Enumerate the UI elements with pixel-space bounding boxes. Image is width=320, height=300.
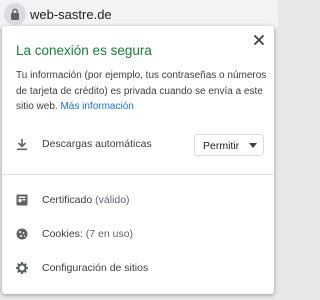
cookie-icon [16, 228, 28, 240]
lock-icon [11, 8, 19, 20]
certificate-text: Certificado (válido) [42, 194, 130, 206]
cookies-row[interactable]: Cookies: (7 en uso) [2, 224, 274, 246]
page-info-popup: La conexión es segura Tu información (po… [2, 26, 274, 294]
more-info-link[interactable]: Más información [60, 101, 133, 112]
site-settings-label: Configuración de sitios [42, 262, 149, 274]
certificate-status: (válido) [95, 194, 130, 206]
downloads-permission-value: Permitir [203, 140, 240, 152]
cookies-status: (7 en uso) [85, 228, 134, 240]
security-description: Tu información (por ejemplo, tus contras… [16, 68, 268, 115]
site-info-button[interactable] [4, 3, 26, 25]
omnibox: web-sastre.de [0, 0, 278, 28]
close-icon[interactable] [253, 34, 265, 46]
cookies-text: Cookies: (7 en uso) [42, 228, 133, 240]
certificate-icon [16, 194, 28, 206]
url-text[interactable]: web-sastre.de [30, 7, 112, 22]
chevron-down-icon [249, 143, 257, 148]
gear-icon [16, 262, 28, 274]
security-description-text: Tu información (por ejemplo, tus contras… [16, 70, 267, 112]
divider [2, 174, 274, 175]
cookies-label: Cookies: [42, 228, 83, 240]
downloads-label: Descargas automáticas [42, 138, 152, 150]
site-settings-row[interactable]: Configuración de sitios [2, 258, 274, 280]
connection-secure-title: La conexión es segura [16, 43, 152, 58]
downloads-permission-select[interactable]: Permitir [194, 134, 264, 156]
certificate-row[interactable]: Certificado (válido) [2, 190, 274, 212]
certificate-label: Certificado [42, 194, 93, 206]
download-icon [17, 139, 27, 151]
